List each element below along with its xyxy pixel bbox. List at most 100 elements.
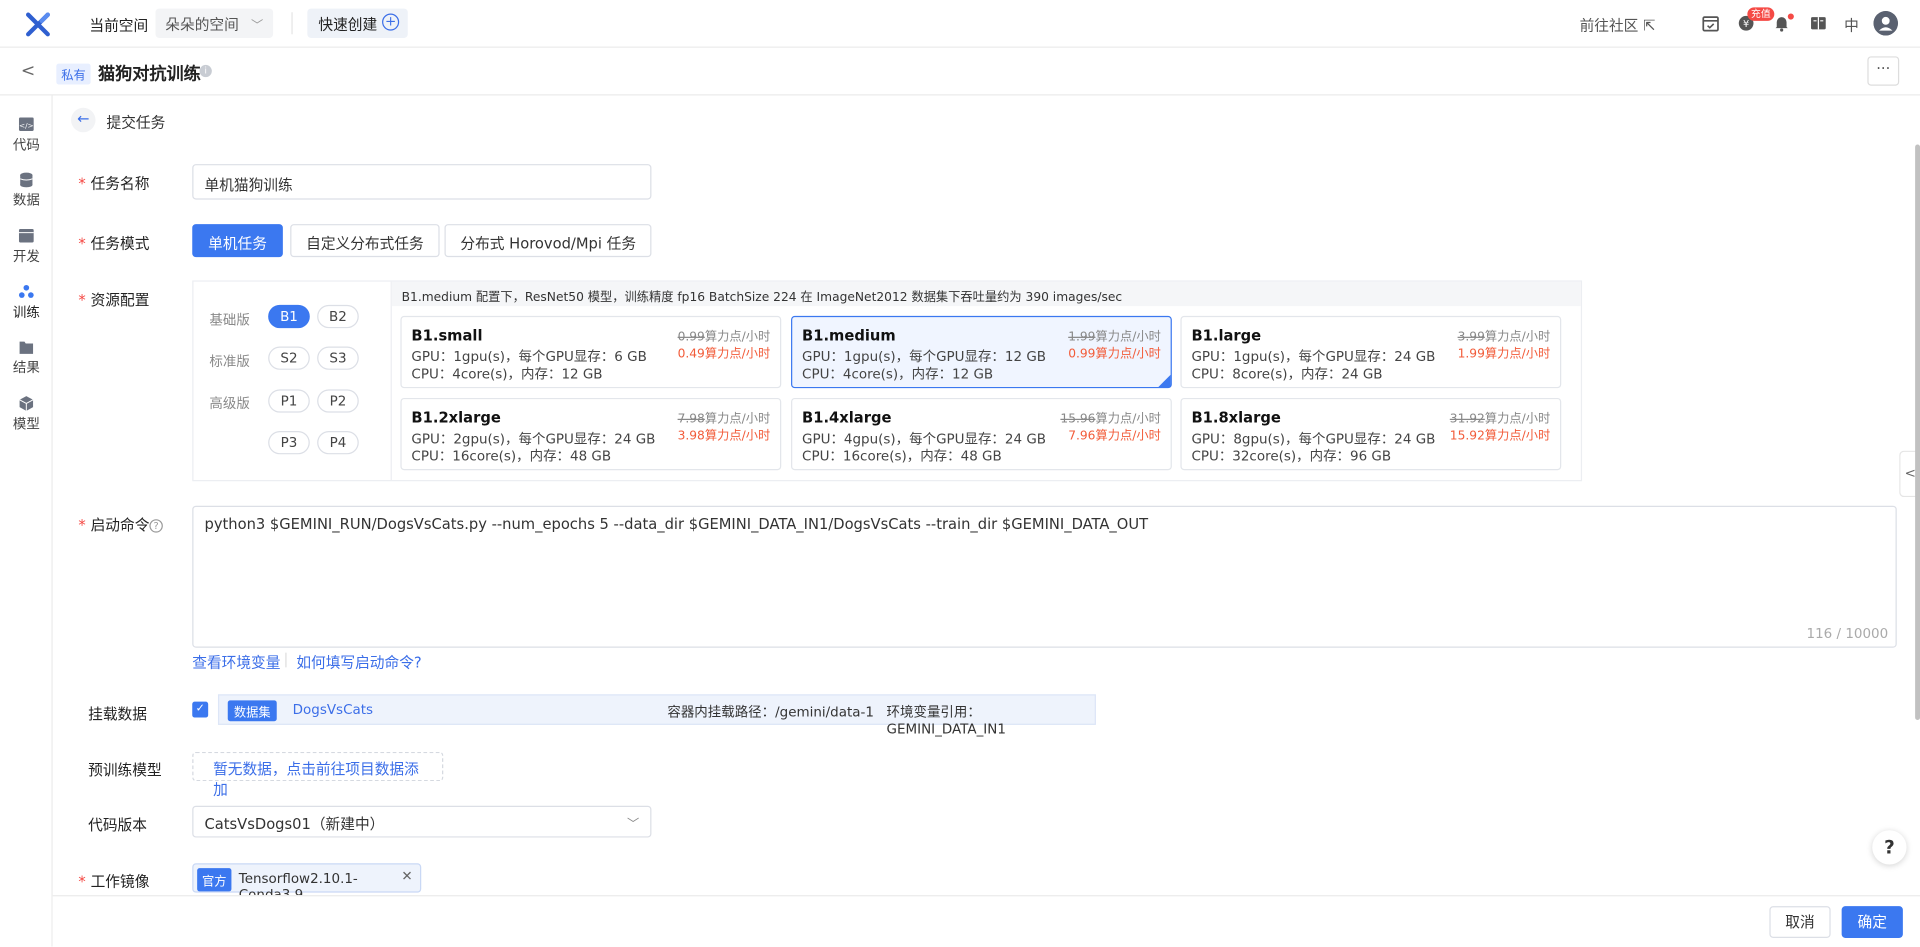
cmd-howto-link[interactable]: 如何填写启动命令? — [296, 651, 421, 672]
confirm-button[interactable]: 确定 — [1841, 906, 1903, 938]
label-text: 任务名称 — [90, 175, 150, 193]
scrollbar[interactable] — [1915, 144, 1920, 721]
spec-card-b1-large[interactable]: B1.large GPU：1gpu(s)，每个GPU显存：24 GB CPU：8… — [1180, 315, 1562, 389]
spec-name: B1.8xlarge — [1191, 408, 1281, 427]
info-icon[interactable]: i — [199, 64, 212, 78]
task-name-input[interactable]: 单机猫狗训练 — [192, 164, 652, 200]
spec-old-price: 7.98算力点/小时 — [678, 408, 771, 426]
back-chevron-icon[interactable]: < — [21, 61, 35, 81]
question-icon[interactable]: ? — [149, 519, 163, 533]
logo-icon[interactable] — [24, 11, 51, 38]
task-name-label: * 任务名称 — [78, 175, 150, 193]
quick-create-button[interactable]: 快速创建 + — [307, 8, 408, 38]
rail-item-data[interactable]: 数据 — [0, 171, 53, 209]
spec-card-b1-medium[interactable]: B1.medium GPU：1gpu(s)，每个GPU显存：12 GB CPU：… — [791, 315, 1172, 389]
rail-item-dev[interactable]: 开发 — [0, 228, 53, 266]
left-rail: </> 代码 数据 开发 训练 结果 模型 — [0, 95, 53, 947]
tier-pill-b1[interactable]: B1 — [268, 304, 310, 329]
chevron-down-icon: ﹀ — [251, 19, 264, 34]
spec-new-price: 0.49算力点/小时 — [677, 347, 771, 362]
close-icon[interactable]: ✕ — [401, 868, 412, 884]
resource-label: * 资源配置 — [78, 291, 150, 309]
rail-item-train[interactable]: 训练 — [0, 284, 53, 322]
spec-cpu: CPU：4core(s)，内存：12 GB — [802, 366, 994, 383]
image-label: * 工作镜像 — [78, 873, 150, 891]
rail-label: 结果 — [12, 360, 40, 376]
mount-row: 数据集 DogsVsCats 容器内挂载路径：/gemini/data-1 环境… — [217, 694, 1096, 737]
mode-horovod-button[interactable]: 分布式 Horovod/Mpi 任务 — [444, 224, 652, 258]
spec-card-b1-4xlarge[interactable]: B1.4xlarge GPU：4gpu(s)，每个GPU显存：24 GB CPU… — [791, 397, 1172, 471]
database-icon — [20, 172, 33, 188]
community-link[interactable]: 前往社区 ⇱ — [1580, 15, 1656, 36]
private-tag: 私有 — [56, 63, 91, 85]
svg-text:¥: ¥ — [1743, 19, 1749, 30]
rail-item-results[interactable]: 结果 — [0, 339, 53, 377]
code-version-value: CatsVsDogs01（新建中） — [204, 815, 385, 833]
spec-cpu: CPU：32core(s)，内存：96 GB — [1191, 448, 1392, 465]
spec-new-price: 3.98算力点/小时 — [677, 429, 771, 444]
tier-pill-p4[interactable]: P4 — [317, 431, 359, 455]
tier-pill-p1[interactable]: P1 — [268, 389, 310, 413]
space-select[interactable]: 朵朵的空间 ﹀ — [155, 8, 274, 38]
project-bar: < 私有 猫狗对抗训练 i ··· — [0, 48, 1920, 96]
notification-dot — [1787, 13, 1794, 20]
rail-item-code[interactable]: </> 代码 — [0, 116, 53, 154]
back-arrow-icon[interactable]: ← — [71, 107, 96, 133]
spec-name: B1.small — [411, 326, 483, 345]
tier-pill-p3[interactable]: P3 — [268, 431, 310, 455]
cancel-button[interactable]: 取消 — [1769, 906, 1831, 938]
tier-pill-p2[interactable]: P2 — [317, 389, 359, 413]
code-version-select[interactable]: CatsVsDogs01（新建中） ﹀ — [192, 805, 652, 838]
tier-pill-b2[interactable]: B2 — [317, 304, 359, 329]
image-tag: 官方 Tensorflow2.10.1-Conda3.9 ✕ — [192, 863, 422, 902]
spec-new-price: 7.96算力点/小时 — [1068, 429, 1161, 444]
divider — [291, 12, 293, 35]
spec-card-b1-2xlarge[interactable]: B1.2xlarge GPU：2gpu(s)，每个GPU显存：24 GB CPU… — [400, 397, 782, 471]
svg-text:</>: </> — [19, 121, 34, 130]
top-bar: 当前空间 朵朵的空间 ﹀ 快速创建 + 前往社区 ⇱ ¥ 充值 中 — [0, 0, 1920, 48]
spec-name: B1.medium — [802, 326, 896, 345]
spec-card-b1-small[interactable]: B1.small GPU：1gpu(s)，每个GPU显存：6 GB CPU：4c… — [400, 315, 782, 389]
breadcrumb: 提交任务 — [106, 113, 166, 132]
label-text: 启动命令 — [90, 516, 150, 534]
tier-basic-label: 基础版 — [209, 312, 250, 329]
command-text: python3 $GEMINI_RUN/DogsVsCats.py --num_… — [204, 515, 1149, 533]
spec-name: B1.2xlarge — [411, 408, 501, 427]
book-icon[interactable] — [1809, 13, 1829, 33]
resource-note: B1.medium 配置下，ResNet50 模型，训练精度 fp16 Batc… — [391, 281, 1581, 307]
mount-checkbox[interactable]: ✓ — [192, 701, 209, 718]
env-vars-link[interactable]: 查看环境变量 — [192, 651, 280, 672]
label-text: 工作镜像 — [90, 873, 150, 891]
pretrain-empty-button[interactable]: 暂无数据，点击前往项目数据添加 — [192, 751, 444, 798]
mount-label: 挂载数据 — [88, 705, 147, 723]
rail-item-model[interactable]: 模型 — [0, 396, 53, 434]
recharge-badge[interactable]: 充值 — [1747, 7, 1775, 21]
rail-label: 训练 — [12, 304, 40, 321]
cube-icon — [19, 396, 34, 411]
spec-old-price: 31.92算力点/小时 — [1450, 408, 1550, 426]
mode-custom-distributed-button[interactable]: 自定义分布式任务 — [290, 224, 440, 258]
task-mode-label: * 任务模式 — [78, 235, 150, 253]
mode-single-button[interactable]: 单机任务 — [192, 224, 283, 258]
command-textarea[interactable]: python3 $GEMINI_RUN/DogsVsCats.py --num_… — [192, 505, 1897, 648]
spec-new-price: 1.99算力点/小时 — [1457, 347, 1551, 362]
spec-old-price: 3.99算力点/小时 — [1458, 326, 1551, 344]
rail-label: 开发 — [12, 248, 40, 265]
tier-selector: 基础版 标准版 高级版 B1 B2 S2 S3 P1 P2 P3 P4 — [193, 281, 392, 481]
language-switch[interactable]: 中 — [1844, 15, 1859, 36]
dataset-name[interactable]: DogsVsCats — [293, 702, 373, 718]
plus-circle-icon: + — [382, 13, 400, 31]
space-value: 朵朵的空间 — [165, 15, 239, 34]
help-button[interactable]: ? — [1872, 830, 1907, 865]
calendar-icon[interactable] — [1701, 13, 1721, 33]
quick-create-label: 快速创建 — [318, 15, 378, 34]
spec-card-b1-8xlarge[interactable]: B1.8xlarge GPU：8gpu(s)，每个GPU显存：24 GB CPU… — [1180, 397, 1562, 471]
more-button[interactable]: ··· — [1867, 56, 1900, 86]
divider — [285, 652, 287, 668]
space-label: 当前空间 — [89, 17, 149, 35]
label-text: 任务模式 — [90, 235, 150, 253]
tier-pill-s2[interactable]: S2 — [268, 346, 310, 370]
spec-cpu: CPU：4core(s)，内存：12 GB — [411, 366, 603, 383]
avatar[interactable] — [1873, 11, 1898, 36]
tier-pill-s3[interactable]: S3 — [317, 346, 359, 370]
